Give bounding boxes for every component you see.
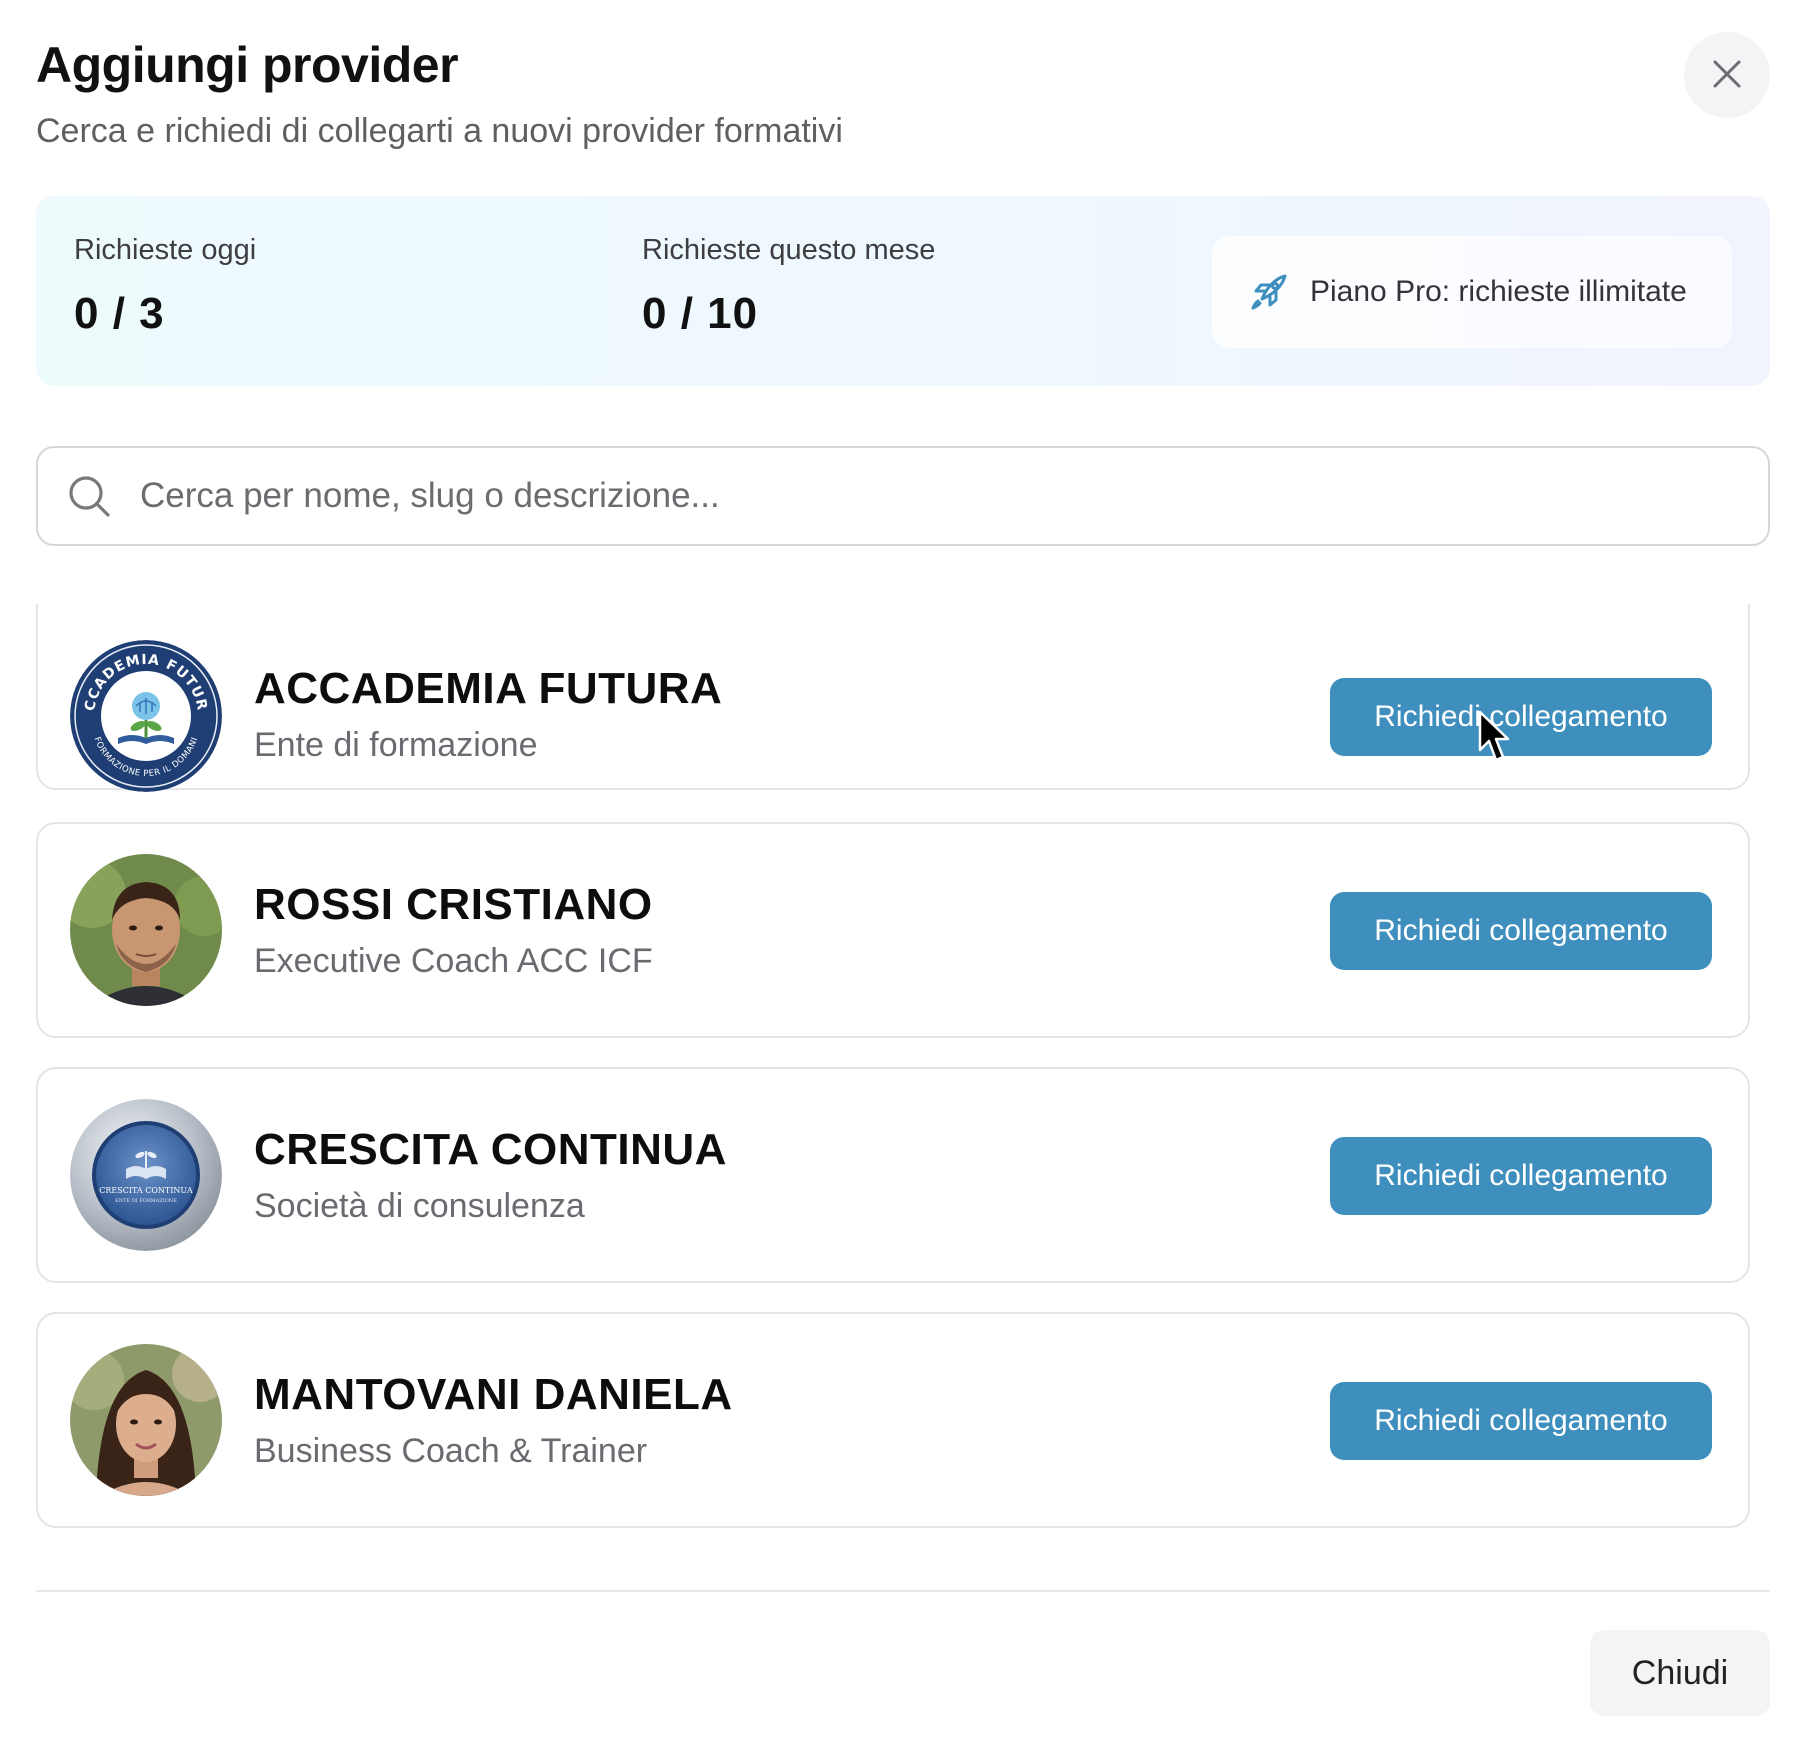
search-input[interactable] xyxy=(140,476,1700,516)
svg-text:ENTE DI FORMAZIONE: ENTE DI FORMAZIONE xyxy=(115,1198,177,1204)
provider-card: ROSSI CRISTIANO Executive Coach ACC ICF … xyxy=(36,822,1750,1038)
plan-badge: Piano Pro: richieste illimitate xyxy=(1212,236,1732,348)
search-icon xyxy=(66,472,114,520)
close-button[interactable] xyxy=(1684,32,1770,118)
search-box[interactable] xyxy=(36,446,1770,546)
provider-name: MANTOVANI DANIELA xyxy=(254,1370,733,1419)
provider-list[interactable]: ACCADEMIA FUTURA FORMAZIONE PER IL DOMAN… xyxy=(36,604,1752,1538)
quota-today-value: 0 / 3 xyxy=(74,289,165,338)
quota-month: Richieste questo mese 0 / 10 xyxy=(642,234,935,339)
close-dialog-button[interactable]: Chiudi xyxy=(1590,1630,1770,1716)
provider-description: Ente di formazione xyxy=(254,726,538,764)
dialog-title: Aggiungi provider xyxy=(36,37,459,93)
footer-divider xyxy=(36,1590,1770,1592)
provider-logo-crescita-continua: CRESCITA CONTINUA ENTE DI FORMAZIONE xyxy=(70,1099,222,1251)
provider-card: CRESCITA CONTINUA ENTE DI FORMAZIONE CRE… xyxy=(36,1067,1750,1283)
provider-avatar-mantovani-daniela xyxy=(70,1344,222,1496)
svg-text:CRESCITA CONTINUA: CRESCITA CONTINUA xyxy=(99,1186,193,1195)
provider-description: Business Coach & Trainer xyxy=(254,1432,648,1470)
provider-card: ACCADEMIA FUTURA FORMAZIONE PER IL DOMAN… xyxy=(36,604,1750,792)
provider-description: Società di consulenza xyxy=(254,1187,585,1225)
quota-month-label: Richieste questo mese xyxy=(642,234,936,266)
provider-name: CRESCITA CONTINUA xyxy=(254,1125,727,1174)
quota-panel: Richieste oggi 0 / 3 Richieste questo me… xyxy=(36,196,1770,386)
quota-today: Richieste oggi 0 / 3 xyxy=(74,234,256,339)
request-connection-button[interactable]: Richiedi collegamento xyxy=(1330,1137,1712,1215)
quota-month-value: 0 / 10 xyxy=(642,289,759,338)
close-icon xyxy=(1712,59,1742,92)
rocket-icon xyxy=(1248,271,1290,313)
dialog-subtitle: Cerca e richiedi di collegarti a nuovi p… xyxy=(36,112,843,150)
plan-text: Piano Pro: richieste illimitate xyxy=(1310,275,1687,308)
provider-name: ACCADEMIA FUTURA xyxy=(254,664,723,713)
provider-avatar-rossi-cristiano xyxy=(70,854,222,1006)
provider-name: ROSSI CRISTIANO xyxy=(254,880,653,929)
request-connection-button[interactable]: Richiedi collegamento xyxy=(1330,678,1712,756)
provider-description: Executive Coach ACC ICF xyxy=(254,942,653,980)
add-provider-dialog: Aggiungi provider Cerca e richiedi di co… xyxy=(0,0,1794,1746)
request-connection-button[interactable]: Richiedi collegamento xyxy=(1330,892,1712,970)
quota-today-label: Richieste oggi xyxy=(74,234,257,266)
provider-logo-accademia-futura: ACCADEMIA FUTURA FORMAZIONE PER IL DOMAN… xyxy=(70,640,222,792)
provider-card: MANTOVANI DANIELA Business Coach & Train… xyxy=(36,1312,1750,1528)
request-connection-button[interactable]: Richiedi collegamento xyxy=(1330,1382,1712,1460)
